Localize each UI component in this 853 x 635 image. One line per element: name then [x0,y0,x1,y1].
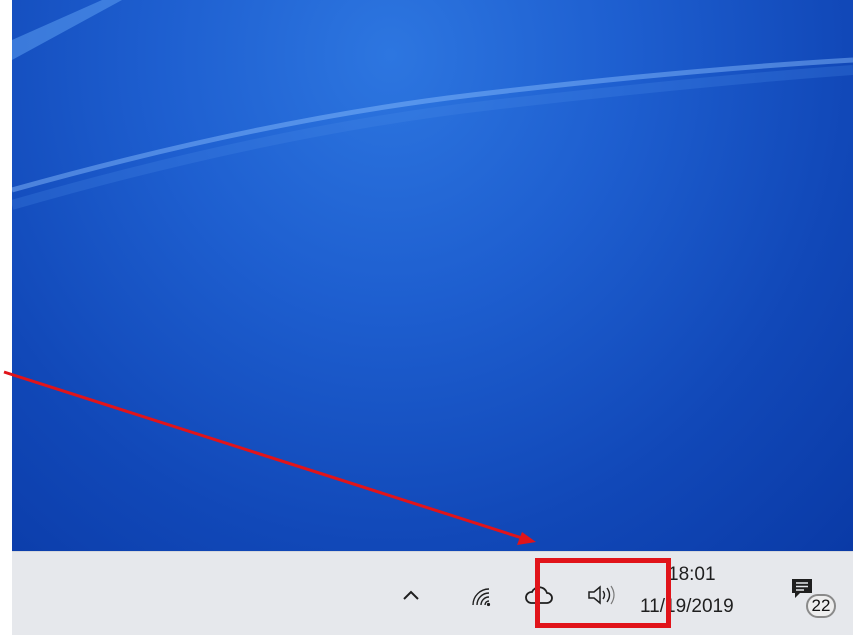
clock-time[interactable]: 18:01 [668,564,716,586]
chevron-up-icon[interactable] [398,582,424,608]
wallpaper-light-beams [12,0,853,210]
taskbar [12,551,853,635]
wifi-icon[interactable] [466,582,494,610]
notification-count-badge: 22 [806,594,836,618]
annotation-highlight-box [535,558,671,628]
desktop-wallpaper [12,0,853,551]
